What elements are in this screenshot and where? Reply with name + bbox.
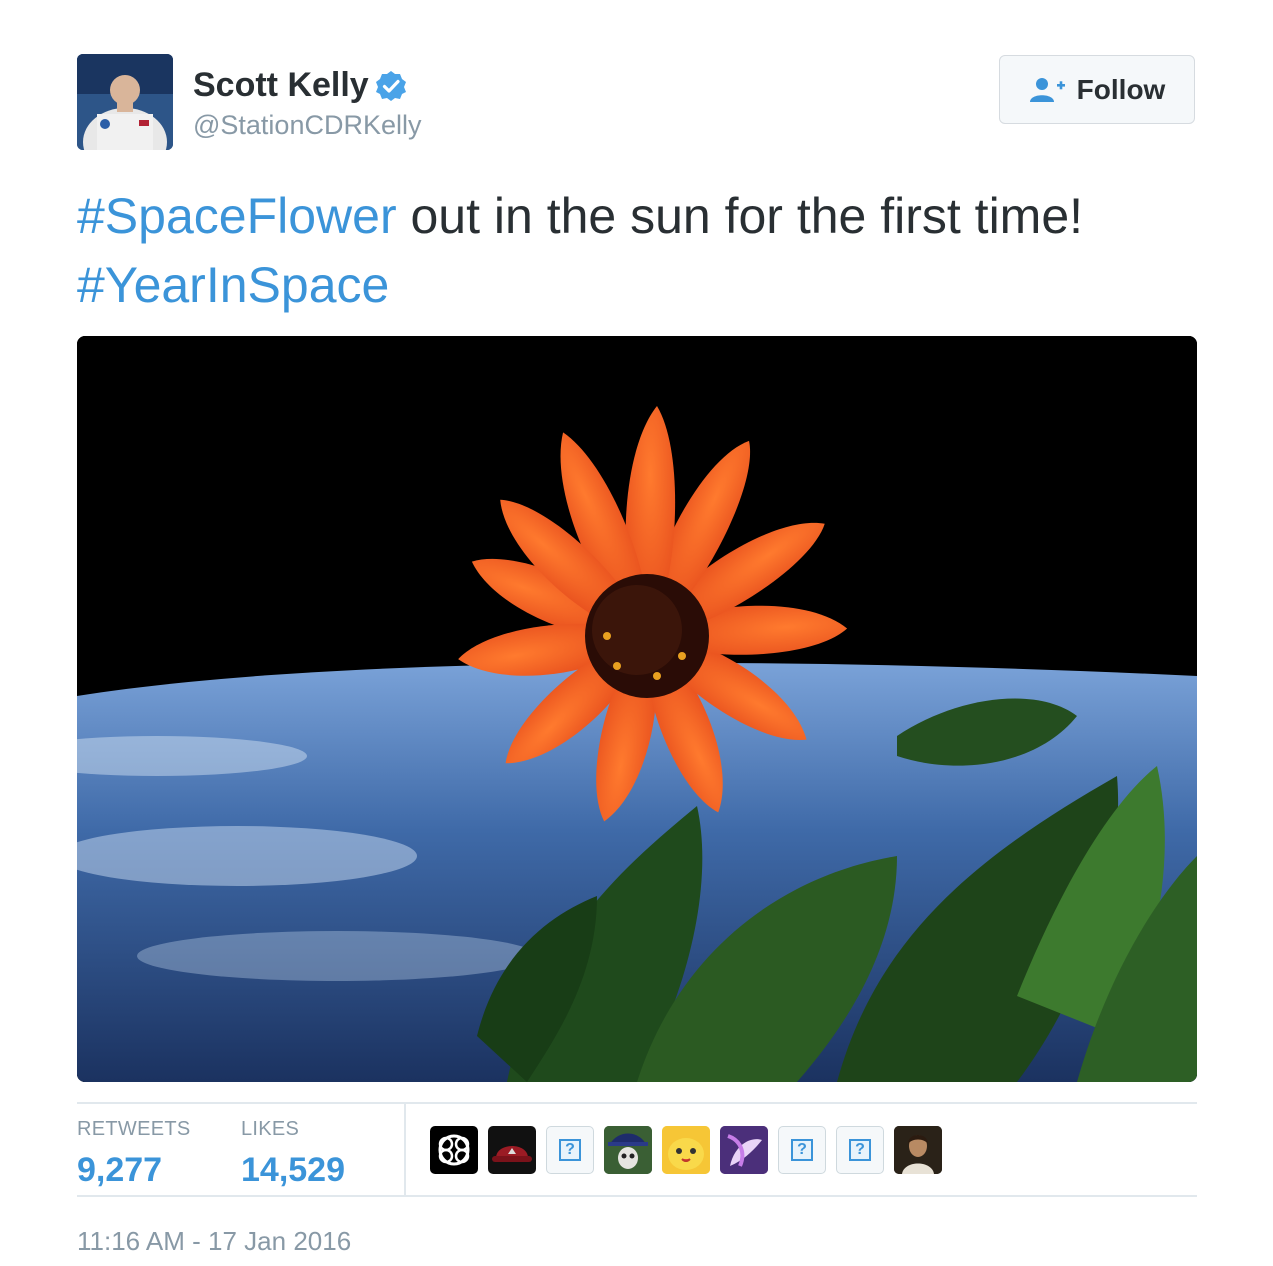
unknown-avatar[interactable]: ? bbox=[778, 1126, 826, 1174]
retweets-stat[interactable]: RETWEETS 9,277 bbox=[77, 1118, 191, 1190]
question-icon: ? bbox=[791, 1139, 813, 1161]
follow-button[interactable]: Follow bbox=[999, 55, 1195, 124]
flower-photo-image bbox=[77, 336, 1197, 1082]
author-handle[interactable]: @StationCDRKelly bbox=[193, 110, 422, 141]
tweet-text: #SpaceFlower out in the sun for the firs… bbox=[77, 182, 1207, 320]
tweet-body: out in the sun for the first time! bbox=[396, 188, 1084, 244]
skull-hat-avatar[interactable] bbox=[604, 1126, 652, 1174]
unknown-avatar[interactable]: ? bbox=[836, 1126, 884, 1174]
follow-button-label: Follow bbox=[1076, 73, 1166, 105]
question-icon: ? bbox=[559, 1139, 581, 1161]
hashtag-yearinspace[interactable]: #YearInSpace bbox=[77, 257, 389, 313]
hashtag-spaceflower[interactable]: #SpaceFlower bbox=[77, 188, 397, 244]
red-cap-avatar[interactable] bbox=[488, 1126, 536, 1174]
knot-logo-avatar[interactable] bbox=[430, 1126, 478, 1174]
purple-unicorn-avatar[interactable] bbox=[720, 1126, 768, 1174]
stats-vertical-divider bbox=[404, 1104, 406, 1195]
add-user-icon bbox=[1029, 77, 1065, 102]
likes-label: LIKES bbox=[241, 1118, 300, 1140]
tweet-timestamp[interactable]: 11:16 AM - 17 Jan 2016 bbox=[77, 1226, 351, 1257]
stats-bottom-divider bbox=[77, 1195, 1197, 1197]
author-name[interactable]: Scott Kelly bbox=[193, 66, 407, 105]
question-icon: ? bbox=[849, 1139, 871, 1161]
author-avatar[interactable] bbox=[77, 54, 173, 150]
liker-avatars: ? ? ? bbox=[430, 1126, 952, 1174]
yellow-character-avatar[interactable] bbox=[662, 1126, 710, 1174]
likes-count: 14,529 bbox=[241, 1151, 345, 1189]
unknown-avatar[interactable]: ? bbox=[546, 1126, 594, 1174]
stats-top-divider bbox=[77, 1102, 1197, 1104]
likes-stat[interactable]: LIKES 14,529 bbox=[241, 1118, 345, 1190]
author-name-text[interactable]: Scott Kelly bbox=[193, 66, 369, 105]
retweets-count: 9,277 bbox=[77, 1151, 163, 1189]
tweet-photo[interactable] bbox=[77, 336, 1197, 1082]
person-avatar[interactable] bbox=[894, 1126, 942, 1174]
retweets-label: RETWEETS bbox=[77, 1118, 191, 1140]
verified-badge-icon bbox=[375, 70, 407, 102]
